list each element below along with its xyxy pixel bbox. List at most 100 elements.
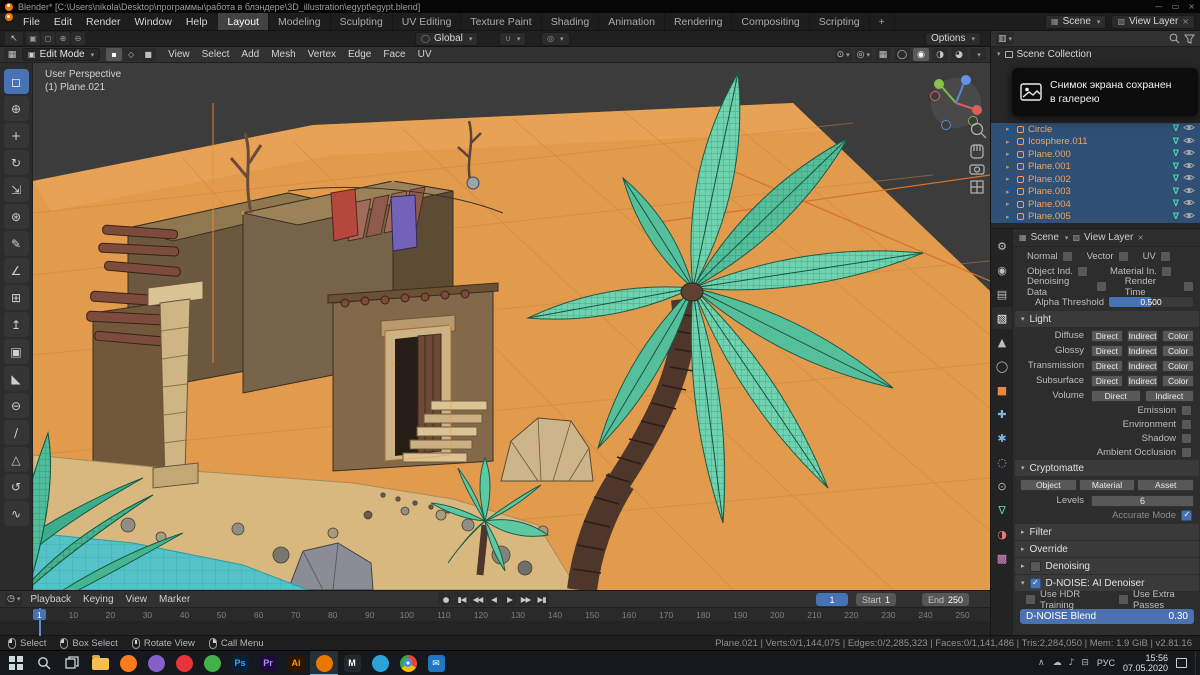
current-frame-field[interactable]: 1 (816, 593, 848, 606)
pass-material-in--checkbox[interactable] (1160, 266, 1172, 277)
levels-stepper[interactable]: 6 (1091, 494, 1194, 507)
notification-popup[interactable]: Снимок экрана сохранен в галерею (1012, 68, 1198, 116)
viewport-menu-add[interactable]: Add (235, 49, 265, 60)
alpha-threshold-slider[interactable]: 0.500 (1108, 296, 1194, 308)
cryptomatte-object-button[interactable]: Object (1020, 479, 1077, 491)
close-icon[interactable]: × (1137, 233, 1144, 242)
light-subsurface-indirect-button[interactable]: Indirect (1126, 374, 1159, 387)
visibility-eye-icon[interactable] (1183, 211, 1195, 223)
show-desktop-divider[interactable] (1195, 650, 1196, 675)
active-tool-icon[interactable]: ↖ (5, 32, 23, 45)
light-volume-direct-button[interactable]: Direct (1091, 389, 1141, 402)
expand-icon[interactable]: ▸ (1006, 213, 1013, 221)
viewport-menu-edge[interactable]: Edge (342, 49, 377, 60)
menu-window[interactable]: Window (127, 13, 178, 30)
light-subsurface-color-button[interactable]: Color (1162, 374, 1195, 387)
taskbar-app-firefox[interactable] (114, 651, 142, 675)
expand-icon[interactable]: ▸ (1006, 200, 1013, 208)
taskbar-search-button[interactable] (30, 651, 58, 675)
taskbar-app-file-explorer[interactable] (86, 651, 114, 675)
menu-file[interactable]: File (16, 13, 47, 30)
accurate-mode-checkbox[interactable] (1181, 510, 1192, 521)
viewport-canvas[interactable]: User Perspective (1) Plane.021 (33, 63, 990, 590)
breadcrumb-view-layer[interactable]: View Layer (1084, 232, 1133, 243)
menu-render[interactable]: Render (79, 13, 127, 30)
viewport-3d[interactable]: User Perspective (1) Plane.021 (33, 63, 990, 590)
cryptomatte-asset-button[interactable]: Asset (1137, 479, 1195, 491)
visibility-eye-icon[interactable] (1183, 186, 1195, 198)
extra-passes-checkbox[interactable] (1117, 594, 1129, 605)
frame-start-field[interactable]: Start 1 (856, 593, 897, 606)
play-reverse-button[interactable]: ◀ (486, 592, 501, 606)
properties-tab-modifiers[interactable]: ✚ (992, 403, 1012, 425)
properties-tab-texture[interactable]: ▩ (992, 547, 1012, 569)
shading-solid-button[interactable]: ◉ (913, 48, 929, 61)
tool-spin[interactable]: ↺ (3, 474, 29, 499)
add-workspace-button[interactable]: + (870, 13, 895, 30)
visibility-eye-icon[interactable] (1183, 161, 1195, 173)
tool-knife[interactable]: ∕ (3, 420, 29, 445)
expand-icon[interactable]: ▸ (1006, 175, 1013, 183)
toggle-shadow-checkbox[interactable] (1181, 432, 1192, 444)
toggle-emission-checkbox[interactable] (1181, 404, 1192, 416)
outliner-item-plane-004[interactable]: ▸ Plane.004 ∇ (991, 198, 1200, 211)
expand-icon[interactable]: ▸ (1006, 188, 1013, 196)
workspace-tab-compositing[interactable]: Compositing (732, 13, 810, 30)
toggle-environment-checkbox[interactable] (1181, 418, 1192, 430)
viewport-menu-uv[interactable]: UV (412, 49, 438, 60)
tool-transform[interactable]: ⊛ (3, 204, 29, 229)
menu-edit[interactable]: Edit (47, 13, 79, 30)
outliner-editor-type-button[interactable]: ▥ (996, 32, 1015, 45)
transform-orientation-dropdown[interactable]: ◯ Global (415, 31, 479, 46)
section-filter[interactable]: ▸ Filter (1015, 524, 1199, 540)
filter-icon[interactable] (1184, 34, 1195, 44)
record-button[interactable]: ● (438, 592, 453, 606)
visibility-eye-icon[interactable] (1183, 123, 1195, 135)
scene-selector[interactable]: ▦ Scene (1045, 14, 1107, 29)
taskbar-app-app-violet[interactable] (142, 651, 170, 675)
expand-icon[interactable]: ▾ (997, 50, 1001, 58)
denoising-checkbox[interactable] (1029, 560, 1041, 572)
tool-rotate[interactable]: ↻ (3, 150, 29, 175)
pivot-point-button[interactable]: ⊙ (834, 48, 852, 61)
tool-measure[interactable]: ∠ (3, 258, 29, 283)
properties-tab-physics[interactable]: ◌ (992, 451, 1012, 473)
properties-tab-material[interactable]: ◑ (992, 523, 1012, 545)
timeline-ruler[interactable]: 1102030405060708090100110120130140150160… (0, 608, 990, 621)
tray-icon-0[interactable]: ☁ (1053, 658, 1062, 668)
outliner-item-plane-003[interactable]: ▸ Plane.003 ∇ (991, 185, 1200, 198)
timeline-menu-playback[interactable]: Playback (24, 594, 77, 605)
tool-move[interactable]: + (3, 123, 29, 148)
search-icon[interactable] (1169, 33, 1180, 44)
outliner-item-icosphere-011[interactable]: ▸ Icosphere.011 ∇ (991, 135, 1200, 148)
dnoise-checkbox[interactable] (1029, 577, 1041, 589)
select-mode-new-button[interactable]: ▣ (26, 32, 40, 45)
taskbar-app-telegram[interactable] (366, 651, 394, 675)
edge-select-button[interactable]: ◇ (123, 48, 140, 61)
pass-denoising-data-checkbox[interactable] (1095, 281, 1107, 292)
properties-tab-scene[interactable]: ▲ (992, 331, 1012, 353)
tray-icon-2[interactable]: ⊟ (1081, 658, 1089, 668)
tool-bevel[interactable]: ◣ (3, 366, 29, 391)
blender-menu-icon[interactable] (5, 13, 13, 21)
viewport-menu-vertex[interactable]: Vertex (302, 49, 342, 60)
viewport-menu-mesh[interactable]: Mesh (265, 49, 301, 60)
minimize-button[interactable]: — (1155, 2, 1163, 11)
tool-cursor[interactable]: ⊕ (3, 96, 29, 121)
workspace-tab-modeling[interactable]: Modeling (269, 13, 331, 30)
tool-annotate[interactable]: ✎ (3, 231, 29, 256)
light-transmission-direct-button[interactable]: Direct (1091, 359, 1123, 372)
section-light[interactable]: ▾ Light (1015, 311, 1199, 327)
taskbar-app-photoshop[interactable]: Ps (226, 651, 254, 675)
play-button[interactable]: ▶ (502, 592, 517, 606)
language-indicator[interactable]: РУС (1097, 658, 1115, 668)
expand-icon[interactable]: ▸ (1006, 138, 1013, 146)
jump-to-end-button[interactable]: ▶▮ (534, 592, 549, 606)
visibility-eye-icon[interactable] (1183, 136, 1195, 148)
start-button[interactable] (2, 651, 30, 675)
properties-tab-particles[interactable]: ✱ (992, 427, 1012, 449)
outliner-item-plane-001[interactable]: ▸ Plane.001 ∇ (991, 160, 1200, 173)
workspace-tab-shading[interactable]: Shading (542, 13, 600, 30)
visibility-eye-icon[interactable] (1183, 198, 1195, 210)
close-button[interactable]: × (1188, 2, 1195, 11)
